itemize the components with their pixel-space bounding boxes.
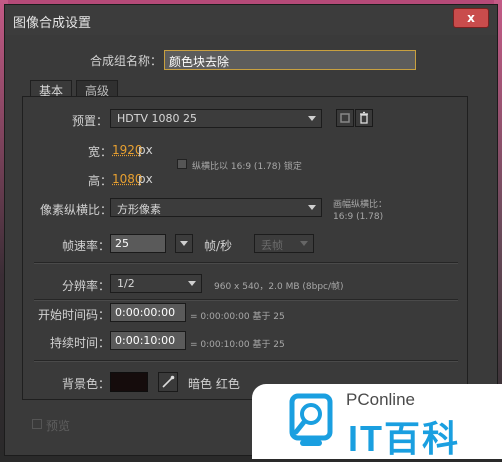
preset-dropdown[interactable]: HDTV 1080 25 <box>110 109 322 128</box>
background-color-name: 暗色 红色 <box>188 377 240 391</box>
lock-aspect-label: 纵横比以 16:9 (1.78) 锁定 <box>192 162 302 172</box>
start-timecode-input[interactable]: 0:00:00:00 <box>110 303 186 322</box>
frame-rate-input[interactable]: 25 <box>110 234 166 253</box>
trash-icon <box>360 111 368 124</box>
resolution-dropdown[interactable]: 1/2 <box>110 274 202 293</box>
title-bar: 图像合成设置 x <box>5 5 497 35</box>
delete-preset-button[interactable] <box>355 109 373 127</box>
watermark-brand-top: PConline <box>346 390 415 409</box>
save-preset-button[interactable] <box>336 109 354 127</box>
duration-label: 持续时间： <box>50 336 111 350</box>
save-icon <box>340 113 350 123</box>
frame-rate-unit: 帧/秒 <box>204 239 233 253</box>
pixel-aspect-label: 像素纵横比： <box>40 203 113 217</box>
preview-checkbox[interactable] <box>32 419 42 429</box>
duration-input[interactable]: 0:00:10:00 <box>110 331 186 350</box>
chevron-down-icon <box>180 241 188 246</box>
divider <box>34 262 458 264</box>
resolution-info: 960 x 540，2.0 MB (8bpc/帧) <box>214 282 344 292</box>
pixel-aspect-dropdown[interactable]: 方形像素 <box>110 198 322 217</box>
start-timecode-info: = 0:00:00:00 基于 25 <box>190 312 285 322</box>
width-label: 宽： <box>88 145 113 159</box>
preview-label: 预览 <box>46 419 71 433</box>
frame-aspect-value: 16:9 (1.78) <box>333 212 384 222</box>
frame-aspect-label: 画幅纵横比： <box>333 200 388 210</box>
magnifier-logo-icon <box>289 393 333 446</box>
background-color-swatch[interactable] <box>110 372 148 392</box>
preset-label: 预置： <box>72 114 109 128</box>
comp-name-label: 合成组名称： <box>90 54 163 68</box>
chevron-down-icon <box>300 241 308 246</box>
background-color-label: 背景色： <box>62 377 111 391</box>
eyedropper-icon <box>162 375 175 388</box>
divider <box>34 360 458 362</box>
width-unit: px <box>138 143 153 157</box>
preset-value: HDTV 1080 25 <box>117 112 197 125</box>
start-timecode-label: 开始时间码： <box>38 308 111 322</box>
dialog-title: 图像合成设置 <box>13 16 92 31</box>
comp-name-input[interactable]: 颜色块去除 <box>164 50 416 70</box>
resolution-label: 分辨率： <box>62 279 111 293</box>
chevron-down-icon <box>308 116 316 121</box>
eyedropper-button[interactable] <box>158 372 178 392</box>
pixel-aspect-value: 方形像素 <box>117 203 161 216</box>
chevron-down-icon <box>308 205 316 210</box>
lock-aspect-checkbox[interactable] <box>177 159 187 169</box>
frame-rate-dropdown[interactable] <box>175 234 193 253</box>
duration-info: = 0:00:10:00 基于 25 <box>190 340 285 350</box>
watermark-brand-bottom: IT百科 <box>348 418 460 459</box>
drop-frame-dropdown[interactable]: 丢帧 <box>254 234 314 253</box>
frame-rate-label: 帧速率： <box>62 239 111 253</box>
drop-frame-value: 丢帧 <box>261 239 283 252</box>
height-unit: px <box>138 172 153 186</box>
chevron-down-icon <box>188 281 196 286</box>
resolution-value: 1/2 <box>117 277 135 290</box>
divider <box>34 299 458 301</box>
height-label: 高： <box>88 174 113 188</box>
close-button[interactable]: x <box>453 8 489 28</box>
